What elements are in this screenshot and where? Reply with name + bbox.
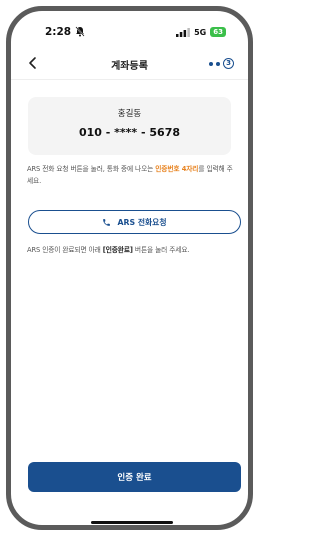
masked-phone-number: 010 - **** - 5678: [78, 126, 181, 139]
note-text-after: 버튼을 눌러 주세요.: [132, 246, 190, 254]
guide-highlight: 인증번호 4자리: [155, 165, 199, 173]
app-header: 계좌등록 3: [11, 49, 248, 80]
network-type: 5G: [194, 27, 207, 37]
ars-call-request-button[interactable]: ARS 전화요청: [28, 210, 241, 234]
step-dot-1: [209, 61, 213, 66]
note-text-before: ARS 인증이 완료되면 아래: [27, 246, 103, 254]
step-indicator: 3: [209, 58, 234, 69]
verification-complete-button[interactable]: 인증 완료: [28, 462, 241, 492]
home-indicator[interactable]: [91, 521, 173, 524]
phone-icon: [103, 218, 111, 226]
guide-text-before: ARS 전화 요청 버튼을 눌러, 통화 중에 나오는: [27, 165, 156, 173]
ars-guide-text: ARS 전화 요청 버튼을 눌러, 통화 중에 나오는 인증번호 4자리를 입력…: [27, 163, 237, 187]
step-dot-2: [216, 61, 220, 66]
status-bar: 2:28 5G 63: [11, 11, 248, 47]
account-holder-name: 홍길동: [117, 109, 142, 119]
screen-frame: 2:28 5G 63 계좌등록 3 홍길동 010 - **** - 5678 …: [0, 0, 259, 536]
current-step-number: 3: [223, 58, 234, 69]
bell-off-icon: [75, 26, 85, 37]
account-card: 홍길동 010 - **** - 5678: [28, 97, 231, 155]
battery-indicator: 63: [210, 27, 226, 37]
status-indicators: 5G 63: [176, 27, 226, 37]
note-bold: [인증완료]: [102, 246, 133, 254]
signal-icon: [176, 27, 191, 37]
status-time: 2:28: [45, 26, 72, 38]
phone-device: 2:28 5G 63 계좌등록 3 홍길동 010 - **** - 5678 …: [6, 6, 253, 530]
completion-note: ARS 인증이 완료되면 아래 [인증완료] 버튼을 눌러 주세요.: [27, 244, 242, 254]
ars-call-request-label: ARS 전화요청: [117, 217, 167, 227]
